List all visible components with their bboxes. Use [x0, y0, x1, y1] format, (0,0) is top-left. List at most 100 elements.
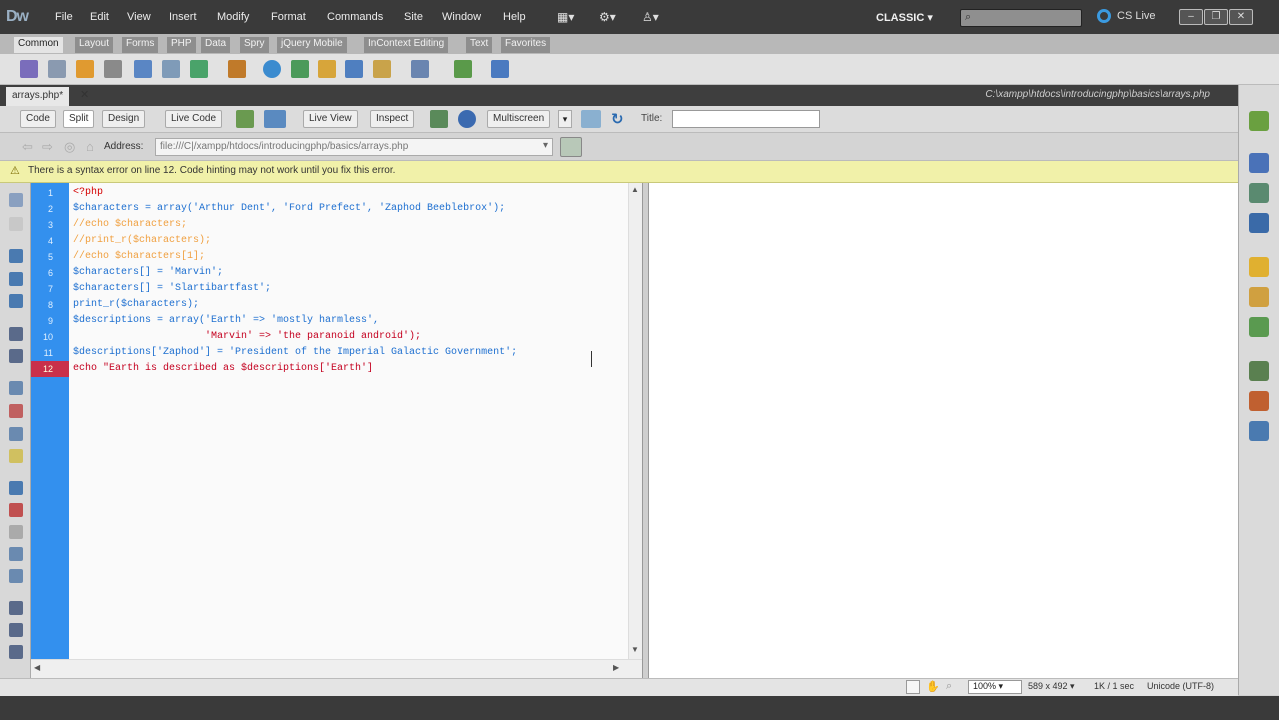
format-source-code-icon[interactable]	[9, 645, 23, 659]
menu-file[interactable]: File	[55, 11, 73, 23]
multiscreen-button[interactable]: Multiscreen	[487, 110, 551, 128]
preview-in-browser-icon[interactable]	[458, 110, 476, 128]
line-numbers-icon[interactable]	[9, 381, 23, 395]
extensions-menu-icon[interactable]: ♙▾	[642, 10, 659, 24]
indent-code-icon[interactable]	[9, 601, 23, 615]
tab-forms[interactable]: Forms	[122, 37, 159, 53]
split-view-divider[interactable]	[642, 183, 649, 678]
tab-common[interactable]: Common	[14, 37, 63, 53]
address-input[interactable]: file:///C|/xampp/htdocs/introducingphp/b…	[155, 138, 553, 156]
multiscreen-dropdown-icon[interactable]: ▾	[558, 110, 572, 128]
remove-comment-icon[interactable]	[9, 503, 23, 517]
refresh-icon[interactable]: ↻	[611, 110, 627, 128]
images-icon[interactable]	[190, 60, 208, 78]
zoom-tool-icon[interactable]: ⌕	[946, 680, 960, 694]
tag-chooser-icon[interactable]	[454, 60, 472, 78]
menu-insert[interactable]: Insert	[169, 11, 197, 23]
forward-icon[interactable]: ⇨	[42, 139, 53, 155]
horizontal-rule-icon[interactable]	[104, 60, 122, 78]
design-view-button[interactable]: Design	[102, 110, 146, 128]
move-css-icon[interactable]	[9, 569, 23, 583]
tab-data[interactable]: Data	[201, 37, 231, 53]
back-icon[interactable]: ⇦	[22, 139, 33, 155]
script-icon[interactable]	[373, 60, 391, 78]
scroll-down-icon[interactable]: ▼	[631, 645, 639, 654]
bindings-icon[interactable]	[1249, 391, 1269, 411]
menu-format[interactable]: Format	[271, 11, 306, 23]
apply-comment-icon[interactable]	[9, 481, 23, 495]
layout-menu-icon[interactable]: ▦▾	[557, 10, 574, 24]
file-management-icon[interactable]	[430, 110, 448, 128]
gear-icon[interactable]: ⚙▾	[599, 10, 616, 24]
div-icon[interactable]	[162, 60, 180, 78]
collapse-full-tag-icon[interactable]	[9, 249, 23, 263]
inspect-button[interactable]: Inspect	[370, 110, 415, 128]
table-icon[interactable]	[134, 60, 152, 78]
select-parent-tag-icon[interactable]	[9, 327, 23, 341]
design-view-pane[interactable]	[649, 183, 1238, 678]
ap-elements-icon[interactable]	[1249, 183, 1269, 203]
assets-icon[interactable]	[1249, 287, 1269, 307]
code-horizontal-scrollbar[interactable]: ◀ ▶	[31, 659, 642, 678]
insert-panel-icon[interactable]	[1249, 111, 1269, 131]
code-editor[interactable]: <?php $characters = array('Arthur Dent',…	[69, 183, 628, 659]
show-code-navigator-icon[interactable]	[9, 217, 23, 231]
tab-incontext-editing[interactable]: InContext Editing	[364, 37, 449, 53]
scroll-up-icon[interactable]: ▲	[631, 185, 639, 194]
help-search-input[interactable]: ⌕	[960, 9, 1082, 27]
browser-navigation-options-icon[interactable]	[560, 137, 582, 157]
live-view-button[interactable]: Live View	[303, 110, 358, 128]
css-styles-icon[interactable]	[1249, 153, 1269, 173]
cslive-button[interactable]: CS Live	[1117, 10, 1156, 22]
media-icon[interactable]	[228, 60, 246, 78]
minimize-button[interactable]: –	[1179, 9, 1203, 25]
recent-snippets-icon[interactable]	[9, 547, 23, 561]
files-icon[interactable]	[1249, 257, 1269, 277]
menu-view[interactable]: View	[127, 11, 151, 23]
word-wrap-icon[interactable]	[9, 449, 23, 463]
server-side-include-icon[interactable]	[291, 60, 309, 78]
tab-spry[interactable]: Spry	[240, 37, 269, 53]
scroll-right-icon[interactable]: ▶	[613, 663, 619, 672]
menu-commands[interactable]: Commands	[327, 11, 383, 23]
menu-site[interactable]: Site	[404, 11, 423, 23]
databases-icon[interactable]	[1249, 361, 1269, 381]
tab-layout[interactable]: Layout	[75, 37, 114, 53]
comment-icon[interactable]	[318, 60, 336, 78]
head-icon[interactable]	[345, 60, 363, 78]
scroll-left-icon[interactable]: ◀	[34, 663, 40, 672]
tab-php[interactable]: PHP	[167, 37, 196, 53]
document-tab[interactable]: arrays.php*	[6, 87, 70, 106]
window-size[interactable]: 589 x 492 ▾	[1028, 681, 1075, 692]
snippets-icon[interactable]	[1249, 317, 1269, 337]
email-link-icon[interactable]	[48, 60, 66, 78]
title-input[interactable]	[672, 110, 820, 128]
outdent-code-icon[interactable]	[9, 623, 23, 637]
close-tab-icon[interactable]: ✕	[80, 88, 89, 101]
menu-window[interactable]: Window	[442, 11, 481, 23]
validate-icon[interactable]	[236, 110, 254, 128]
server-behaviors-icon[interactable]	[1249, 421, 1269, 441]
tab-text[interactable]: Text	[466, 37, 493, 53]
stop-icon[interactable]: ◎	[64, 139, 75, 155]
named-anchor-icon[interactable]	[76, 60, 94, 78]
balance-braces-icon[interactable]	[9, 349, 23, 363]
menu-modify[interactable]: Modify	[217, 11, 249, 23]
tab-jquery-mobile[interactable]: jQuery Mobile	[277, 37, 347, 53]
hyperlink-icon[interactable]	[20, 60, 38, 78]
zoom-select[interactable]: 100% ▾	[968, 680, 1022, 694]
address-dropdown-icon[interactable]: ▾	[543, 140, 548, 151]
select-tool-icon[interactable]	[906, 680, 920, 694]
code-vertical-scrollbar[interactable]: ▲ ▼	[628, 183, 642, 659]
tab-favorites[interactable]: Favorites	[501, 37, 551, 53]
visual-aids-icon[interactable]	[581, 110, 601, 128]
templates-icon[interactable]	[411, 60, 429, 78]
collapse-selection-icon[interactable]	[9, 272, 23, 286]
highlight-invalid-code-icon[interactable]	[9, 404, 23, 418]
live-code-button[interactable]: Live Code	[165, 110, 223, 128]
menu-edit[interactable]: Edit	[90, 11, 109, 23]
workspace-switcher[interactable]: CLASSIC ▾	[876, 11, 933, 24]
code-view-button[interactable]: Code	[20, 110, 56, 128]
date-icon[interactable]	[263, 60, 281, 78]
menu-help[interactable]: Help	[503, 11, 526, 23]
